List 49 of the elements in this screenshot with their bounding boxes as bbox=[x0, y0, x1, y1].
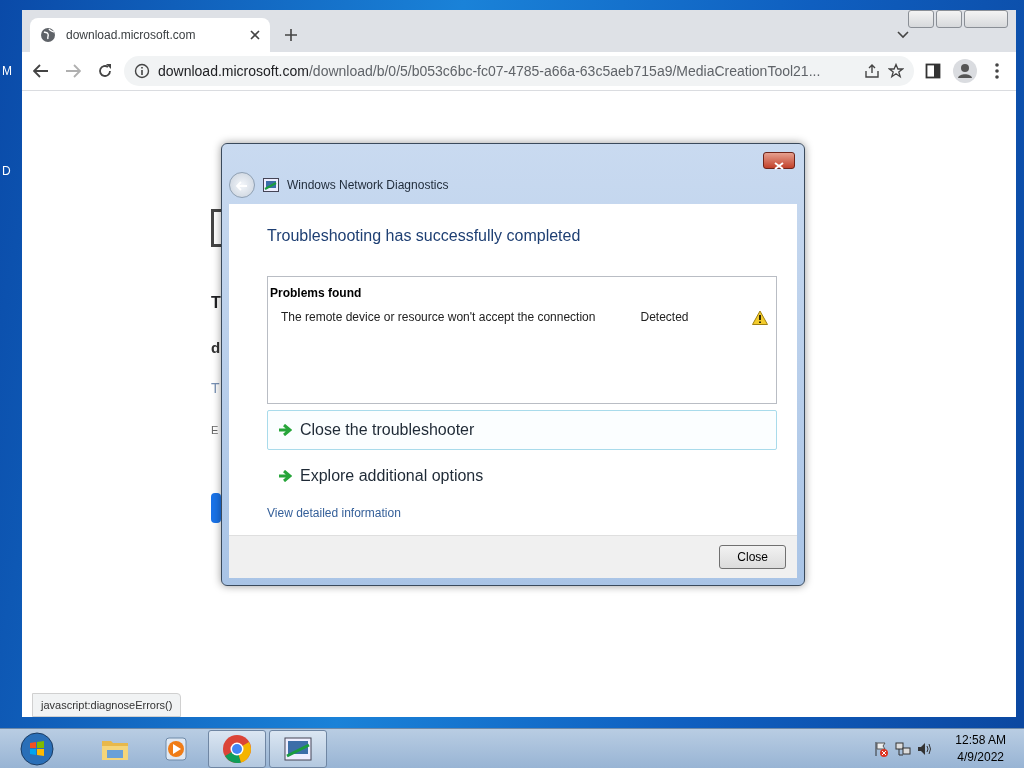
warning-icon bbox=[752, 309, 768, 325]
problems-header: Problems found bbox=[270, 286, 362, 300]
chevron-icon bbox=[897, 31, 909, 39]
status-bubble: javascript:diagnoseErrors() bbox=[32, 692, 182, 717]
url-text: download.microsoft.com/download/b/0/5/b053c6bc-fc07-4785-a66a-63c5aeb715a9/MediaCreationTool21... bbox=[158, 61, 822, 81]
windows-orb-icon bbox=[20, 731, 54, 766]
icon-label: M bbox=[2, 63, 12, 80]
star-icon[interactable] bbox=[888, 63, 904, 79]
clock[interactable]: 12:58 AM 4/9/2022 bbox=[955, 732, 1006, 765]
page-button[interactable] bbox=[211, 493, 221, 523]
page-text: E bbox=[211, 423, 219, 438]
option-link[interactable]: Close the troubleshooter bbox=[267, 410, 777, 450]
side-panel-icon bbox=[925, 63, 941, 79]
chrome-icon bbox=[221, 732, 253, 765]
tab-title: download.microsoft.com bbox=[66, 27, 197, 44]
details-link[interactable]: View detailed information bbox=[267, 504, 401, 522]
menu-icon bbox=[995, 63, 999, 79]
share-icon[interactable] bbox=[864, 63, 880, 79]
network-icon[interactable] bbox=[895, 740, 912, 757]
arrow-right-icon bbox=[65, 64, 81, 78]
taskbar-app[interactable] bbox=[208, 729, 266, 768]
arrow-left-icon bbox=[33, 64, 49, 78]
dialog-heading: Troubleshooting has successfully completed bbox=[267, 226, 582, 246]
browser-tab[interactable]: download.microsoft.com bbox=[30, 18, 270, 52]
problem-description: The remote device or resource won't accept the connection bbox=[281, 309, 596, 326]
address-bar[interactable]: download.microsoft.com/download/b/0/5/b053c6bc-fc07-4785-a66a-63c5aeb715a9/MediaCreationTool21... bbox=[124, 56, 914, 86]
close-icon bbox=[774, 161, 784, 170]
info-icon bbox=[134, 63, 150, 79]
profile-button[interactable] bbox=[952, 58, 978, 84]
icon-label: D bbox=[2, 163, 11, 180]
reload-icon bbox=[97, 63, 113, 79]
plus-icon bbox=[284, 28, 298, 42]
arrow-right-icon bbox=[278, 470, 292, 482]
taskbar-app[interactable] bbox=[269, 729, 327, 768]
globe-icon bbox=[40, 27, 56, 43]
close-button[interactable]: Close bbox=[719, 545, 786, 569]
clock-time: 12:58 AM bbox=[955, 732, 1006, 749]
close-icon[interactable] bbox=[250, 30, 260, 40]
option-link[interactable]: Explore additional options bbox=[267, 456, 777, 496]
avatar-icon bbox=[953, 59, 977, 83]
arrow-right-icon bbox=[278, 424, 292, 436]
network-icon bbox=[263, 178, 279, 192]
dialog-title: Windows Network Diagnostics bbox=[287, 177, 449, 194]
problem-status: Detected bbox=[640, 309, 689, 326]
arrow-left-icon bbox=[236, 180, 248, 191]
page-text: T bbox=[211, 295, 221, 311]
clock-date: 4/9/2022 bbox=[956, 748, 1005, 765]
page-text: d bbox=[211, 338, 221, 358]
flag-icon[interactable] bbox=[873, 740, 890, 757]
